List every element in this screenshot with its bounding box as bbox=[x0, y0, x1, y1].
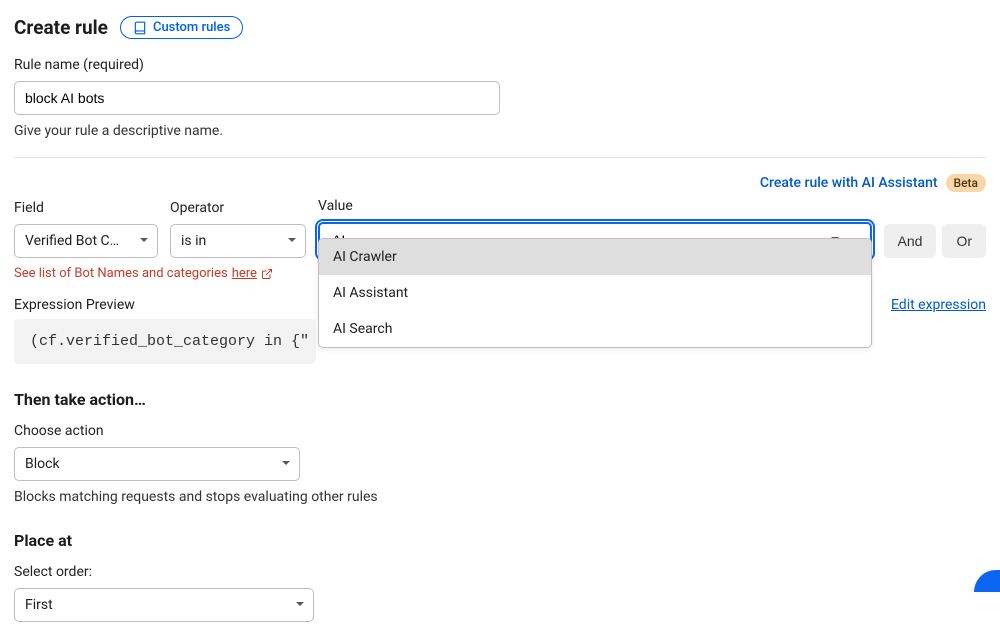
order-select-value: First bbox=[25, 597, 53, 613]
chevron-down-icon bbox=[295, 597, 305, 613]
action-select-value: Block bbox=[25, 456, 60, 472]
expression-preview-label: Expression Preview bbox=[14, 297, 135, 313]
custom-rules-badge[interactable]: Custom rules bbox=[120, 16, 243, 39]
operator-column-label: Operator bbox=[170, 200, 306, 216]
chevron-down-icon bbox=[139, 233, 149, 249]
beta-badge: Beta bbox=[946, 174, 986, 192]
page-title: Create rule bbox=[14, 16, 108, 39]
ai-assistant-link[interactable]: Create rule with AI Assistant bbox=[760, 175, 938, 191]
choose-action-label: Choose action bbox=[14, 423, 986, 439]
external-link-icon bbox=[261, 268, 273, 280]
edit-expression-link[interactable]: Edit expression bbox=[891, 297, 986, 313]
field-column-label: Field bbox=[14, 200, 158, 216]
book-icon bbox=[133, 21, 147, 35]
custom-rules-label: Custom rules bbox=[153, 20, 230, 35]
action-helper: Blocks matching requests and stops evalu… bbox=[14, 489, 986, 505]
placement-heading: Place at bbox=[14, 531, 986, 550]
field-select-value: Verified Bot C… bbox=[25, 233, 119, 249]
rule-name-helper: Give your rule a descriptive name. bbox=[14, 123, 986, 139]
select-order-label: Select order: bbox=[14, 564, 986, 580]
divider bbox=[14, 157, 986, 158]
rule-name-input[interactable] bbox=[14, 81, 500, 115]
expression-preview-box: (cf.verified_bot_category in {" bbox=[14, 319, 316, 364]
or-button[interactable]: Or bbox=[942, 224, 986, 258]
order-select[interactable]: First bbox=[14, 588, 314, 622]
action-select[interactable]: Block bbox=[14, 447, 300, 481]
and-button[interactable]: And bbox=[884, 224, 937, 258]
dropdown-option-ai-assistant[interactable]: AI Assistant bbox=[319, 275, 871, 311]
dropdown-option-ai-search[interactable]: AI Search bbox=[319, 311, 871, 347]
operator-select-value: is in bbox=[181, 233, 206, 249]
chevron-down-icon bbox=[281, 456, 291, 472]
value-column-label: Value bbox=[318, 198, 872, 214]
bot-names-prefix: See list of Bot Names and categories bbox=[14, 266, 228, 281]
rule-name-label: Rule name (required) bbox=[14, 57, 986, 73]
field-select[interactable]: Verified Bot C… bbox=[14, 224, 158, 258]
operator-select[interactable]: is in bbox=[170, 224, 306, 258]
dropdown-option-ai-crawler[interactable]: AI Crawler bbox=[319, 239, 871, 275]
bot-names-here-link[interactable]: here bbox=[232, 266, 257, 281]
chevron-down-icon bbox=[287, 233, 297, 249]
action-heading: Then take action… bbox=[14, 390, 986, 409]
value-dropdown: AI Crawler AI Assistant AI Search bbox=[318, 238, 872, 348]
